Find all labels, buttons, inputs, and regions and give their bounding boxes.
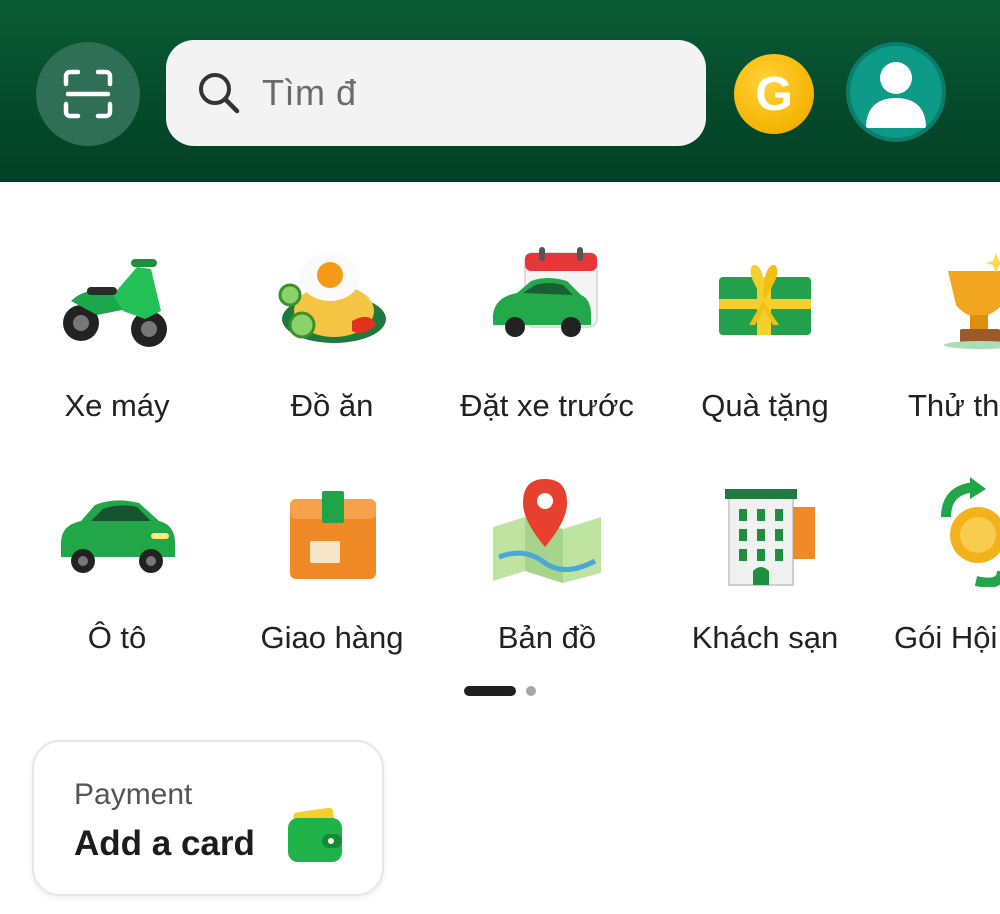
search-icon	[199, 73, 240, 114]
motorbike-icon	[63, 259, 167, 347]
search-bar[interactable]: Tìm đ	[166, 40, 706, 146]
top-bar: Tìm đ G	[0, 0, 1000, 182]
package-icon	[290, 491, 376, 579]
profile-avatar-button[interactable]	[846, 42, 946, 142]
payment-title: Payment	[74, 778, 193, 811]
coin-letter: G	[755, 67, 793, 121]
service-tile-car[interactable]: Ô tô	[17, 472, 217, 656]
add-card-label: Add a card	[74, 824, 255, 863]
page-dot-active	[464, 686, 516, 696]
gift-icon	[719, 264, 811, 335]
hotel-icon	[725, 489, 815, 586]
service-tile-delivery[interactable]: Giao hàng	[232, 472, 432, 656]
trophy-icon	[944, 253, 1000, 349]
service-label: Ô tô	[87, 620, 147, 655]
service-label: Quà tặng	[701, 388, 829, 423]
service-tile-challenge[interactable]: Thử th	[888, 240, 1000, 424]
rewards-coin-button[interactable]: G	[734, 54, 814, 134]
service-tile-scheduled-car[interactable]: Đặt xe trước	[447, 240, 647, 424]
scan-icon	[63, 69, 113, 119]
scheduled-car-icon	[493, 247, 598, 337]
service-label: Khách sạn	[691, 620, 839, 655]
search-input[interactable]: Tìm đ	[262, 72, 357, 114]
page-dot[interactable]	[526, 686, 536, 696]
user-icon	[866, 62, 926, 128]
payment-card[interactable]: Payment Add a card	[32, 740, 384, 896]
service-tile-membership[interactable]: Gói Hội	[888, 472, 1000, 656]
service-tile-motorbike[interactable]: Xe máy	[17, 240, 217, 424]
map-icon	[493, 479, 601, 583]
service-label: Giao hàng	[260, 620, 404, 655]
service-tile-hotel[interactable]: Khách sạn	[665, 472, 865, 656]
service-label: Đồ ăn	[290, 388, 374, 423]
membership-coin-icon	[941, 477, 1000, 587]
service-label: Gói Hội	[894, 620, 998, 655]
service-tile-map[interactable]: Bản đồ	[447, 472, 647, 656]
service-label: Xe máy	[64, 388, 170, 423]
scan-button[interactable]	[36, 42, 140, 146]
page-indicator	[464, 686, 536, 696]
car-icon	[61, 500, 175, 573]
service-label: Thử th	[908, 388, 1000, 423]
service-label: Đặt xe trước	[460, 388, 634, 423]
service-label: Bản đồ	[497, 620, 597, 655]
service-tile-gift[interactable]: Quà tặng	[665, 240, 865, 424]
wallet-icon	[288, 808, 342, 862]
food-icon	[278, 253, 386, 343]
service-tile-food[interactable]: Đồ ăn	[232, 240, 432, 424]
